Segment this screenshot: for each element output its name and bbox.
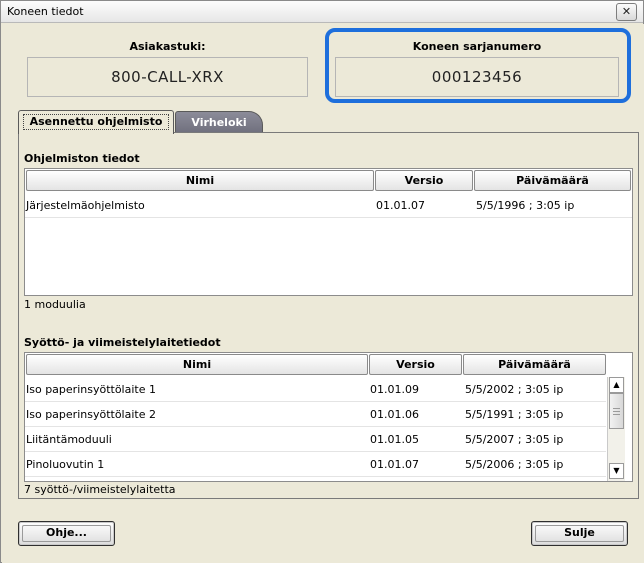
device-row-date: 5/5/2002 ; 3:05 ip [465,383,564,396]
serial-highlight-frame [325,28,631,103]
devices-col-version[interactable]: Versio [369,354,462,375]
tab-panel-installed-software: Ohjelmiston tiedot Nimi Versio Päivämäär… [18,132,639,499]
tab-error-log[interactable]: Virheloki [175,111,263,134]
table-row[interactable]: Iso paperinsyöttölaite 2 01.01.06 5/5/19… [25,402,606,427]
table-row[interactable]: Pinoluovutin 1 01.01.07 5/5/2006 ; 3:05 … [25,452,606,477]
device-row-version: 01.01.07 [370,458,419,471]
device-row-version: 01.01.06 [370,408,419,421]
device-row-name: Iso paperinsyöttölaite 1 [26,383,156,396]
software-col-date[interactable]: Päivämäärä [474,170,631,191]
scroll-down-icon[interactable]: ▼ [609,463,624,479]
dialog-content: Asiakastuki: 800-CALL-XRX Koneen sarjanu… [2,24,644,563]
close-button-label: Sulje [564,526,595,539]
devices-table: Nimi Versio Päivämäärä Iso paperinsyöttö… [24,352,633,482]
support-label: Asiakastuki: [129,40,206,53]
support-value: 800-CALL-XRX [27,57,308,97]
devices-count: 7 syöttö-/viimeistelylaitetta [24,483,176,496]
device-row-name: Pinoluovutin 1 [26,458,105,471]
software-row-name: Järjestelmäohjelmisto [26,199,145,212]
device-row-name: Iso paperinsyöttölaite 2 [26,408,156,421]
help-button[interactable]: Ohje... [18,521,115,546]
software-row-version: 01.01.07 [376,199,425,212]
software-col-name[interactable]: Nimi [26,170,374,191]
help-button-label: Ohje... [46,526,87,539]
title-bar[interactable]: Koneen tiedot ✕ [1,1,643,23]
devices-col-date[interactable]: Päivämäärä [463,354,606,375]
device-row-version: 01.01.09 [370,383,419,396]
support-box: Asiakastuki: 800-CALL-XRX [27,36,308,97]
table-row[interactable]: Liitäntämoduuli 01.01.05 5/5/2007 ; 3:05… [25,427,606,452]
scroll-up-icon[interactable]: ▲ [609,377,624,393]
devices-scrollbar[interactable]: ▲ ▼ [607,377,625,481]
software-section-title: Ohjelmiston tiedot [24,152,140,165]
tab-installed-software[interactable]: Asennettu ohjelmisto [18,110,174,134]
device-row-date: 5/5/2007 ; 3:05 ip [465,433,564,446]
table-row[interactable]: Järjestelmäohjelmisto 01.01.07 5/5/1996 … [25,193,632,218]
window-title: Koneen tiedot [7,5,84,18]
software-count: 1 moduulia [24,298,86,311]
scroll-thumb[interactable] [609,393,624,429]
software-table: Nimi Versio Päivämäärä Järjestelmäohjelm… [24,168,633,296]
close-button[interactable]: Sulje [531,521,628,546]
device-row-name: Liitäntämoduuli [26,433,112,446]
device-row-date: 5/5/2006 ; 3:05 ip [465,458,564,471]
device-row-version: 01.01.05 [370,433,419,446]
software-col-version[interactable]: Versio [375,170,473,191]
machine-info-dialog: Koneen tiedot ✕ Asiakastuki: 800-CALL-XR… [0,0,644,563]
devices-col-name[interactable]: Nimi [26,354,368,375]
table-row[interactable]: Iso paperinsyöttölaite 1 01.01.09 5/5/20… [25,377,606,402]
device-row-date: 5/5/1991 ; 3:05 ip [465,408,564,421]
devices-section-title: Syöttö- ja viimeistelylaitetiedot [24,336,221,349]
software-row-date: 5/5/1996 ; 3:05 ip [476,199,575,212]
close-window-button[interactable]: ✕ [616,3,637,21]
tab-installed-software-label: Asennettu ohjelmisto [23,114,169,130]
